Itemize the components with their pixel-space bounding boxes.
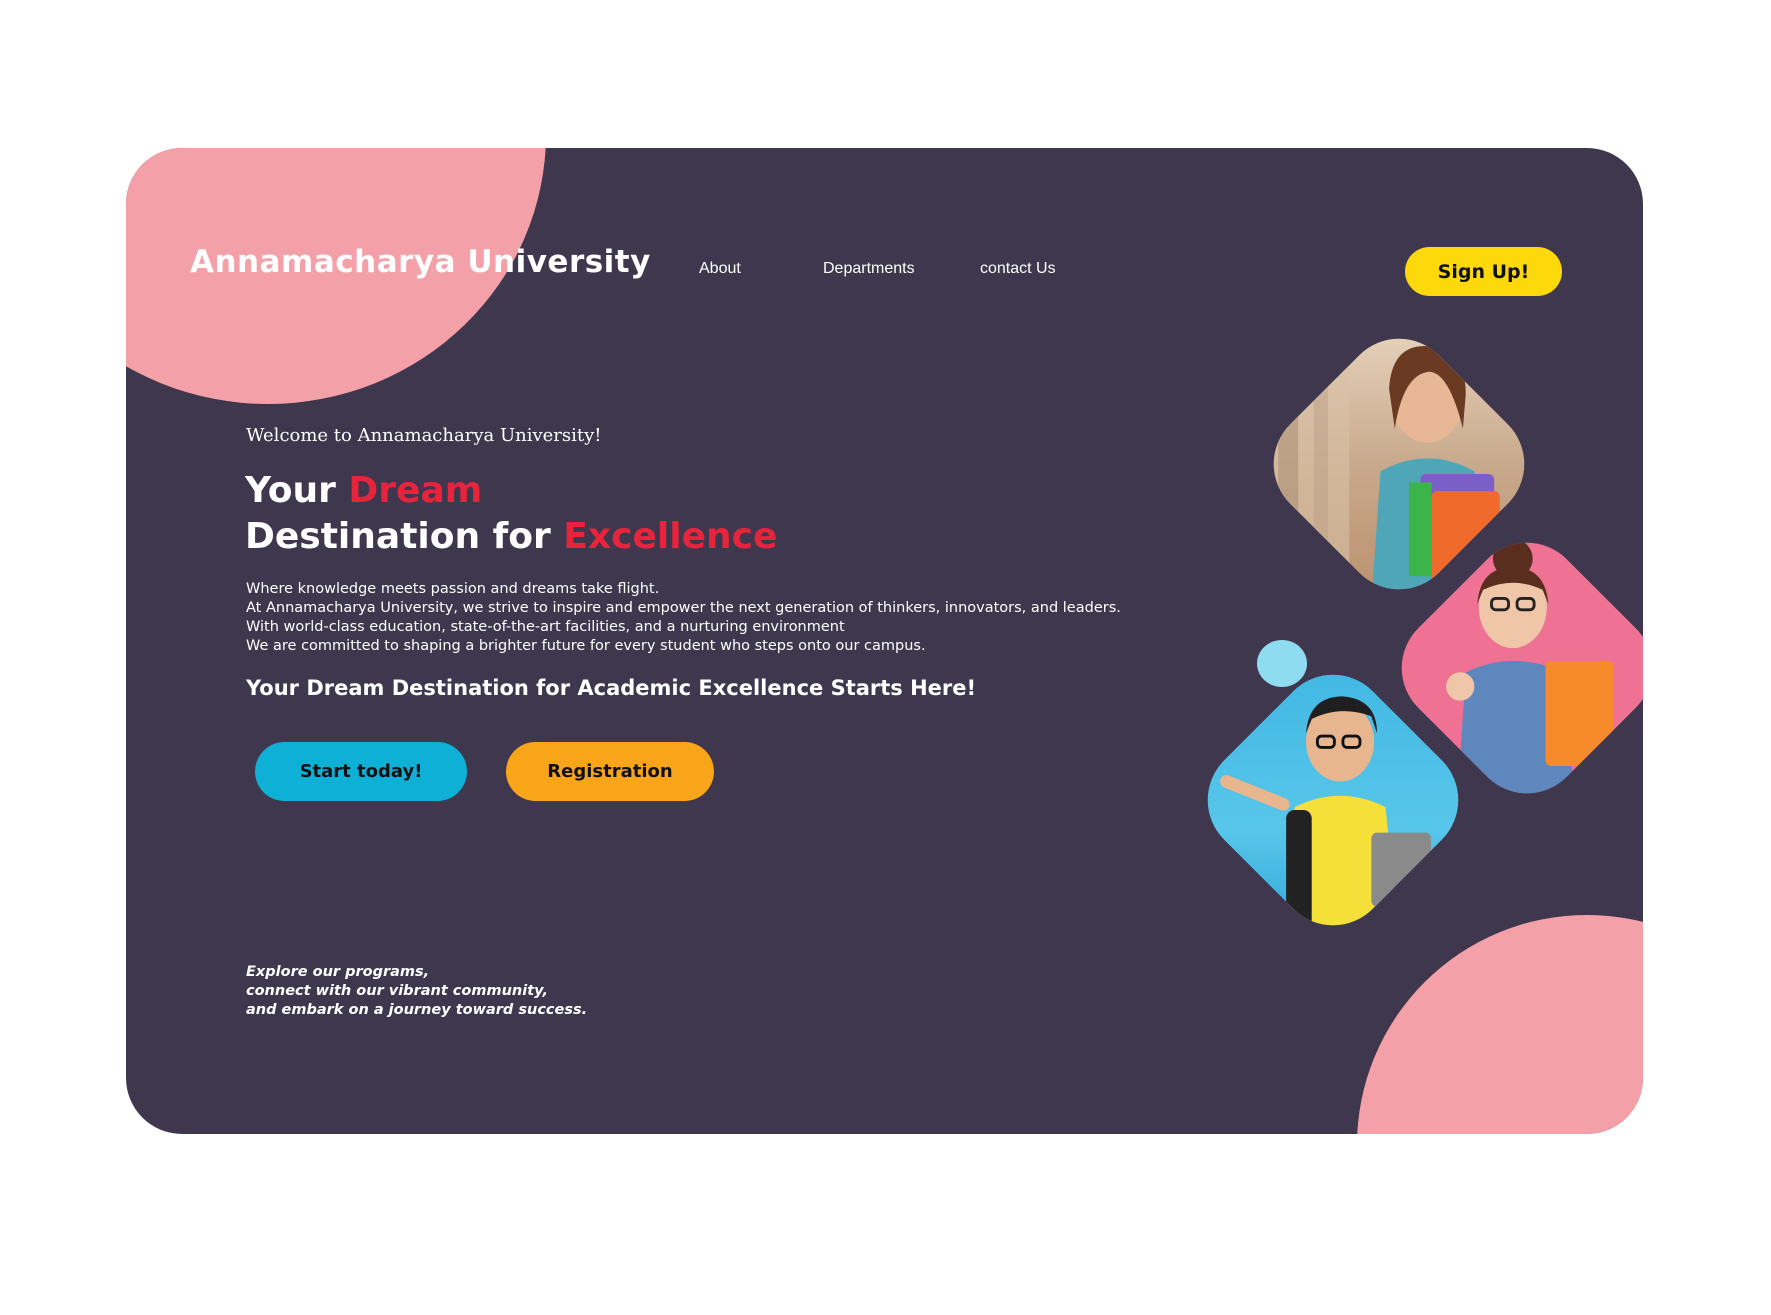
hero-description: Where knowledge meets passion and dreams… [246, 580, 1121, 656]
nav-about[interactable]: About [699, 260, 741, 278]
nav-contact-us[interactable]: contact Us [980, 260, 1056, 278]
description-line: Where knowledge meets passion and dreams… [246, 581, 660, 597]
explore-line: and embark on a journey toward success. [246, 1002, 588, 1018]
university-logo[interactable]: Annamacharya University [190, 244, 651, 280]
headline-accent-excellence: Excellence [563, 516, 778, 557]
hero-tagline: Your Dream Destination for Academic Exce… [246, 676, 977, 700]
hero-headline: Your Dream Destination for Excellence [245, 468, 777, 560]
headline-accent-dream: Dream [348, 470, 483, 511]
headline-line2-prefix: Destination for [245, 516, 564, 557]
start-today-button[interactable]: Start today! [255, 742, 467, 801]
description-line: At Annamacharya University, we strive to… [246, 600, 1121, 616]
explore-line: Explore our programs, [246, 964, 430, 980]
registration-button[interactable]: Registration [506, 742, 714, 801]
sign-up-button[interactable]: Sign Up! [1405, 247, 1562, 296]
description-line: We are committed to shaping a brighter f… [246, 638, 926, 654]
hero-card: Annamacharya University About Department… [126, 148, 1643, 1134]
explore-text: Explore our programs, connect with our v… [246, 963, 587, 1020]
decorative-dot [1257, 640, 1307, 687]
description-line: With world-class education, state-of-the… [246, 619, 845, 635]
explore-line: connect with our vibrant community, [246, 983, 548, 999]
headline-line1-prefix: Your [245, 470, 349, 511]
welcome-text: Welcome to Annamacharya University! [246, 425, 602, 446]
nav-departments[interactable]: Departments [823, 260, 915, 278]
decorative-blob-bottom [1357, 915, 1643, 1134]
